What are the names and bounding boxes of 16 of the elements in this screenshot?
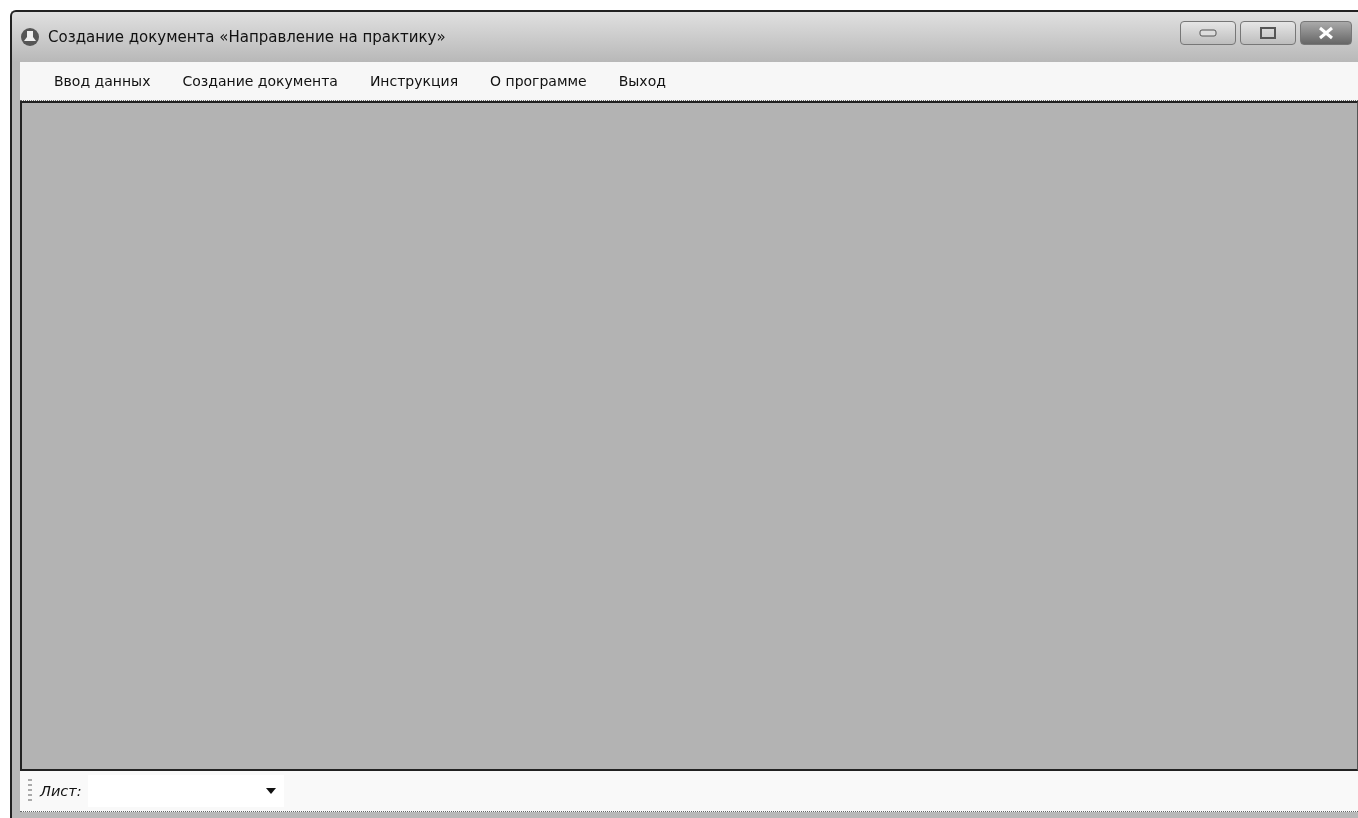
app-icon bbox=[20, 27, 40, 47]
maximize-button[interactable] bbox=[1240, 21, 1296, 45]
menu-item[interactable]: Инструкция bbox=[353, 69, 475, 93]
close-button[interactable] bbox=[1300, 21, 1352, 45]
menu-item[interactable]: О программе bbox=[474, 69, 603, 93]
minimize-button[interactable] bbox=[1180, 21, 1236, 45]
close-icon bbox=[1318, 26, 1334, 40]
dropdown-arrow-icon bbox=[265, 788, 276, 794]
sheet-label: Лист: bbox=[40, 783, 82, 799]
minimize-icon bbox=[1199, 29, 1217, 37]
menu-item[interactable]: Выход bbox=[602, 69, 682, 93]
grip-icon bbox=[28, 779, 32, 803]
menu-item[interactable]: Ввод данных bbox=[38, 69, 167, 93]
maximize-icon bbox=[1260, 27, 1276, 39]
window-title: Создание документа «Направление на практику» bbox=[48, 28, 447, 46]
menu-item[interactable]: Создание документа bbox=[166, 69, 354, 93]
